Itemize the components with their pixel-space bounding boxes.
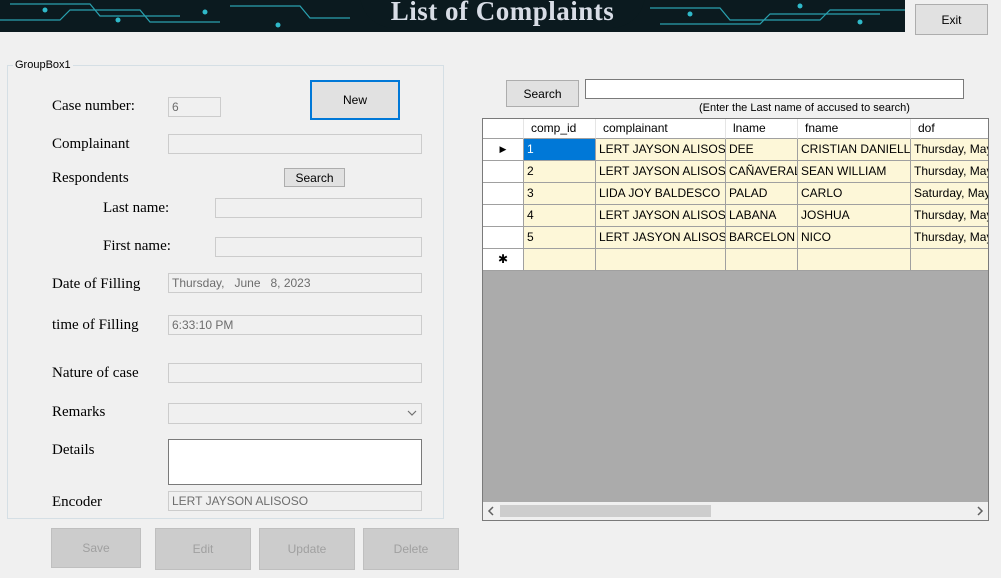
table-cell[interactable]: 1 <box>524 139 596 161</box>
last-name-label: Last name: <box>103 200 170 216</box>
remarks-label: Remarks <box>52 404 106 420</box>
details-textarea[interactable] <box>168 439 422 485</box>
case-number-field[interactable]: 6 <box>168 97 221 117</box>
table-cell[interactable]: LERT JAYSON ALISOSO <box>596 161 726 183</box>
table-row[interactable]: ▶ 1 LERT JAYSON ALISOSO DEE CRISTIAN DANIELL… <box>483 139 988 161</box>
column-header[interactable]: fname <box>798 119 911 139</box>
column-header[interactable]: complainant <box>596 119 726 139</box>
horizontal-scrollbar[interactable] <box>483 502 988 520</box>
table-cell[interactable] <box>798 249 911 271</box>
table-cell[interactable]: 3 <box>524 183 596 205</box>
date-filling-field[interactable]: Thursday, June 8, 2023 <box>168 273 422 293</box>
date-filling-label: Date of Filling <box>52 276 141 292</box>
edit-button[interactable]: Edit <box>155 528 251 570</box>
row-header[interactable] <box>483 205 524 227</box>
scrollbar-thumb[interactable] <box>500 505 711 517</box>
row-header[interactable]: ✱ <box>483 249 524 271</box>
chevron-left-icon[interactable] <box>486 506 496 516</box>
last-name-field[interactable] <box>215 198 422 218</box>
table-cell[interactable]: 2 <box>524 161 596 183</box>
search-input[interactable] <box>585 79 964 99</box>
remarks-combo[interactable] <box>168 403 422 424</box>
encoder-field[interactable]: LERT JAYSON ALISOSO <box>168 491 422 511</box>
table-cell[interactable] <box>726 249 798 271</box>
table-cell[interactable]: Thursday, May <box>911 205 988 227</box>
table-cell[interactable]: Thursday, May <box>911 227 988 249</box>
row-header[interactable] <box>483 227 524 249</box>
save-button[interactable]: Save <box>51 528 141 568</box>
table-cell[interactable]: CRISTIAN DANIELLE <box>798 139 911 161</box>
table-cell[interactable]: PALAD <box>726 183 798 205</box>
nature-label: Nature of case <box>52 365 139 381</box>
table-cell[interactable]: LERT JAYSON ALISOSO <box>596 205 726 227</box>
table-cell[interactable]: CARLO <box>798 183 911 205</box>
row-header[interactable] <box>483 183 524 205</box>
new-button[interactable]: New <box>310 80 400 120</box>
table-cell[interactable] <box>596 249 726 271</box>
column-header[interactable]: comp_id <box>524 119 596 139</box>
row-header[interactable] <box>483 161 524 183</box>
table-cell[interactable]: DEE <box>726 139 798 161</box>
table-cell[interactable] <box>524 249 596 271</box>
table-cell[interactable]: LERT JASYON ALISOSO <box>596 227 726 249</box>
search-hint: (Enter the Last name of accused to searc… <box>699 102 910 114</box>
details-label: Details <box>52 442 95 458</box>
table-cell[interactable]: Thursday, May <box>911 161 988 183</box>
table-cell[interactable]: LIDA JOY BALDESCO <box>596 183 726 205</box>
table-cell[interactable]: BARCELON <box>726 227 798 249</box>
row-header-corner <box>483 119 524 139</box>
first-name-field[interactable] <box>215 237 422 257</box>
table-cell[interactable]: 5 <box>524 227 596 249</box>
title-banner: List of Complaints <box>0 0 905 32</box>
row-header[interactable]: ▶ <box>483 139 524 161</box>
table-cell[interactable] <box>911 249 988 271</box>
table-cell[interactable]: LABANA <box>726 205 798 227</box>
column-header[interactable]: lname <box>726 119 798 139</box>
respondents-label: Respondents <box>52 170 129 186</box>
time-filling-field[interactable]: 6:33:10 PM <box>168 315 422 335</box>
grid-header: comp_id complainant lname fname dof <box>483 119 988 141</box>
table-cell[interactable]: 4 <box>524 205 596 227</box>
table-cell[interactable]: NICO <box>798 227 911 249</box>
table-cell[interactable]: Thursday, May <box>911 139 988 161</box>
search-respondent-button[interactable]: Search <box>284 168 345 187</box>
table-row[interactable]: 4 LERT JAYSON ALISOSO LABANA JOSHUA Thursday… <box>483 205 988 227</box>
table-row[interactable]: 5 LERT JASYON ALISOSO BARCELON NICO Thursday… <box>483 227 988 249</box>
table-cell[interactable]: Saturday, May 1 <box>911 183 988 205</box>
column-header[interactable]: dof <box>911 119 988 139</box>
table-row[interactable]: 3 LIDA JOY BALDESCO PALAD CARLO Saturday, Ma… <box>483 183 988 205</box>
complaints-grid[interactable]: comp_id complainant lname fname dof ▶ 1 LE… <box>482 118 989 521</box>
page-title: List of Complaints <box>360 0 645 28</box>
first-name-label: First name: <box>103 238 171 254</box>
new-row[interactable]: ✱ <box>483 249 988 271</box>
time-filling-label: time of Filling <box>52 317 139 333</box>
complainant-label: Complainant <box>52 136 130 152</box>
chevron-down-icon[interactable] <box>406 407 418 419</box>
case-number-label: Case number: <box>52 98 135 114</box>
delete-button[interactable]: Delete <box>363 528 459 570</box>
groupbox-title: GroupBox1 <box>13 59 73 71</box>
complainant-field[interactable] <box>168 134 422 154</box>
chevron-right-icon[interactable] <box>975 506 985 516</box>
table-cell[interactable]: LERT JAYSON ALISOSO <box>596 139 726 161</box>
search-button[interactable]: Search <box>506 80 579 107</box>
encoder-label: Encoder <box>52 494 102 510</box>
update-button[interactable]: Update <box>259 528 355 570</box>
table-row[interactable]: 2 LERT JAYSON ALISOSO CAÑAVERAL SEAN WILLIA… <box>483 161 988 183</box>
exit-button[interactable]: Exit <box>915 4 988 35</box>
table-cell[interactable]: CAÑAVERAL <box>726 161 798 183</box>
table-cell[interactable]: JOSHUA <box>798 205 911 227</box>
nature-field[interactable] <box>168 363 422 383</box>
table-cell[interactable]: SEAN WILLIAM <box>798 161 911 183</box>
